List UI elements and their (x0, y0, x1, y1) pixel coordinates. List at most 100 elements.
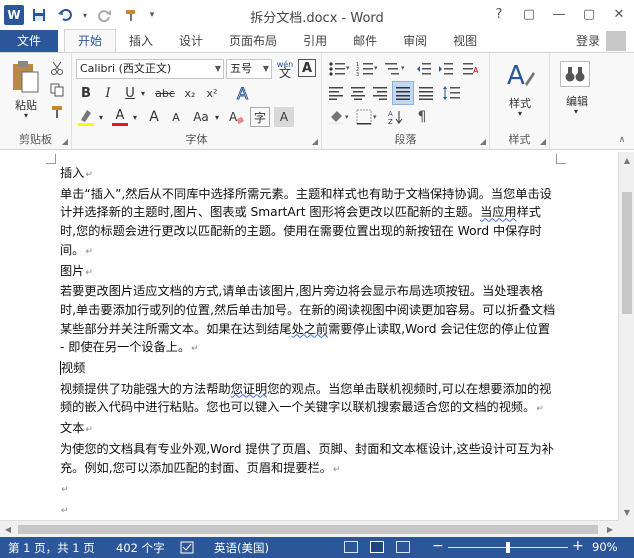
tab-mailings[interactable]: 邮件 (340, 30, 390, 52)
paragraph-video-body[interactable]: 视频提供了功能强大的方法帮助您证明您的观点。当您单击联机视频时,可以在想要添加的… (60, 380, 556, 419)
format-painter-icon[interactable] (48, 103, 66, 121)
styles-launcher-icon[interactable]: ◢ (540, 137, 546, 146)
avatar[interactable] (606, 31, 626, 51)
scroll-left-icon[interactable]: ◀ (0, 521, 16, 538)
login-link[interactable]: 登录 (576, 32, 600, 49)
font-launcher-icon[interactable]: ◢ (312, 137, 318, 146)
scroll-right-icon[interactable]: ▶ (602, 521, 618, 538)
paragraph-text-heading[interactable]: 文本↵ (60, 419, 556, 440)
copy-icon[interactable] (48, 81, 66, 99)
styles-dropdown-icon[interactable]: ▾ (512, 109, 528, 118)
editing-dropdown-icon[interactable]: ▾ (568, 107, 584, 116)
text-effects-button[interactable]: A (232, 83, 256, 103)
borders-icon[interactable]: ▾ (354, 107, 380, 127)
line-spacing-icon[interactable] (440, 83, 466, 103)
horizontal-scrollbar[interactable]: ◀ ▶ (0, 520, 618, 537)
phonetic-guide-button[interactable]: wén 文 (274, 57, 296, 81)
binoculars-icon[interactable] (560, 61, 590, 87)
align-center-icon[interactable] (348, 83, 368, 103)
paragraph-picture-body[interactable]: 若要更改图片适应文档的方式,请单击该图片,图片旁边将会显示布局选项按钮。当处理表… (60, 282, 556, 359)
web-layout-icon[interactable] (396, 541, 410, 553)
font-name-select[interactable]: Calibri (西文正文) ▼ (76, 59, 224, 79)
character-shading-button[interactable]: A (274, 107, 294, 127)
change-case-dropdown-icon[interactable]: ▾ (212, 107, 222, 127)
shading-icon[interactable]: ▾ (326, 107, 352, 127)
align-right-icon[interactable] (370, 83, 390, 103)
vertical-scroll-thumb[interactable] (622, 192, 632, 314)
paragraph-video-heading[interactable]: 视频 (60, 359, 556, 380)
scroll-down-icon[interactable]: ▼ (619, 504, 634, 520)
collapse-ribbon-icon[interactable]: ∧ (614, 133, 630, 147)
document-area[interactable]: 插入↵ 单击“插入”,然后从不同库中选择所需元素。主题和样式也有助于文档保持协调… (0, 152, 618, 520)
paste-icon[interactable] (8, 59, 42, 95)
scroll-up-icon[interactable]: ▲ (619, 152, 634, 168)
maximize-button[interactable]: ▢ (574, 0, 604, 28)
word-app-icon[interactable]: W (4, 5, 24, 25)
zoom-level[interactable]: 90% (592, 540, 618, 554)
save-icon[interactable] (28, 4, 50, 26)
subscript-button[interactable]: x₂ (180, 83, 200, 103)
help-button[interactable]: ? (484, 0, 514, 28)
paragraph-launcher-icon[interactable]: ◢ (480, 137, 486, 146)
format-painter-icon[interactable] (120, 4, 142, 26)
justify-icon[interactable] (392, 81, 414, 105)
vertical-scrollbar[interactable]: ▲ ▼ (618, 152, 634, 520)
paste-dropdown-icon[interactable]: ▾ (18, 111, 34, 120)
italic-button[interactable]: I (98, 83, 118, 103)
zoom-slider-thumb[interactable] (506, 542, 510, 553)
paragraph-empty[interactable]: ↵ (60, 479, 556, 500)
strikethrough-button[interactable]: abc (152, 83, 178, 103)
increase-indent-icon[interactable] (436, 59, 456, 79)
cut-icon[interactable] (48, 59, 66, 77)
zoom-in-button[interactable]: + (572, 538, 584, 554)
distributed-icon[interactable] (416, 83, 436, 103)
bullets-button[interactable]: ▾ (326, 59, 352, 79)
highlight-color-button[interactable] (76, 107, 96, 127)
superscript-button[interactable]: x² (202, 83, 222, 103)
enclose-character-button[interactable]: 字 (250, 107, 270, 127)
ribbon-display-icon[interactable]: ▢ (514, 0, 544, 28)
show-hide-marks-icon[interactable]: ¶ (412, 107, 432, 127)
tab-home[interactable]: 开始 (64, 29, 117, 52)
underline-button[interactable]: U (120, 83, 140, 103)
paragraph-empty[interactable]: ↵ (60, 500, 556, 520)
font-color-dropdown-icon[interactable]: ▾ (130, 107, 140, 127)
redo-icon[interactable] (94, 4, 116, 26)
multilevel-list-button[interactable]: ▾ (382, 59, 408, 79)
tab-page-layout[interactable]: 页面布局 (216, 30, 290, 52)
paragraph-picture-heading[interactable]: 图片↵ (60, 262, 556, 283)
tab-design[interactable]: 设计 (166, 30, 216, 52)
tab-review[interactable]: 审阅 (390, 30, 440, 52)
sort-icon[interactable]: AZ (386, 107, 408, 127)
language-status[interactable]: 英语(美国) (214, 540, 269, 556)
page-count-status[interactable]: 第 1 页，共 1 页 (8, 540, 95, 556)
close-button[interactable]: ✕ (604, 0, 634, 28)
read-mode-icon[interactable] (344, 541, 358, 553)
underline-dropdown-icon[interactable]: ▾ (138, 83, 148, 103)
tab-view[interactable]: 视图 (440, 30, 490, 52)
customize-qat-icon[interactable]: ▾ (146, 4, 158, 26)
character-border-button[interactable]: A (298, 59, 316, 77)
tab-references[interactable]: 引用 (290, 30, 340, 52)
horizontal-scroll-thumb[interactable] (18, 525, 598, 534)
font-size-select[interactable]: 五号 ▼ (226, 59, 272, 79)
undo-dropdown-icon[interactable]: ▾ (80, 4, 90, 26)
tab-file[interactable]: 文件 (0, 30, 58, 52)
bold-button[interactable]: B (76, 83, 96, 103)
change-case-button[interactable]: Aa (190, 107, 212, 127)
minimize-button[interactable]: — (544, 0, 574, 28)
tab-insert[interactable]: 插入 (116, 30, 166, 52)
styles-icon[interactable]: A (504, 57, 536, 93)
clear-formatting-icon[interactable]: A (226, 107, 246, 127)
highlight-dropdown-icon[interactable]: ▾ (96, 107, 106, 127)
grow-font-button[interactable]: A (144, 107, 164, 127)
zoom-out-button[interactable]: − (432, 538, 444, 554)
numbering-button[interactable]: 1 2 3 ▾ (354, 59, 380, 79)
align-left-icon[interactable] (326, 83, 346, 103)
document-body[interactable]: 插入↵ 单击“插入”,然后从不同库中选择所需元素。主题和样式也有助于文档保持协调… (60, 164, 556, 520)
paragraph-text-body[interactable]: 为使您的文档具有专业外观,Word 提供了页眉、页脚、封面和文本框设计,这些设计… (60, 440, 556, 479)
clipboard-launcher-icon[interactable]: ◢ (62, 137, 68, 146)
decrease-indent-icon[interactable] (414, 59, 434, 79)
shrink-font-button[interactable]: A (166, 107, 186, 127)
font-color-button[interactable]: A (110, 107, 130, 127)
